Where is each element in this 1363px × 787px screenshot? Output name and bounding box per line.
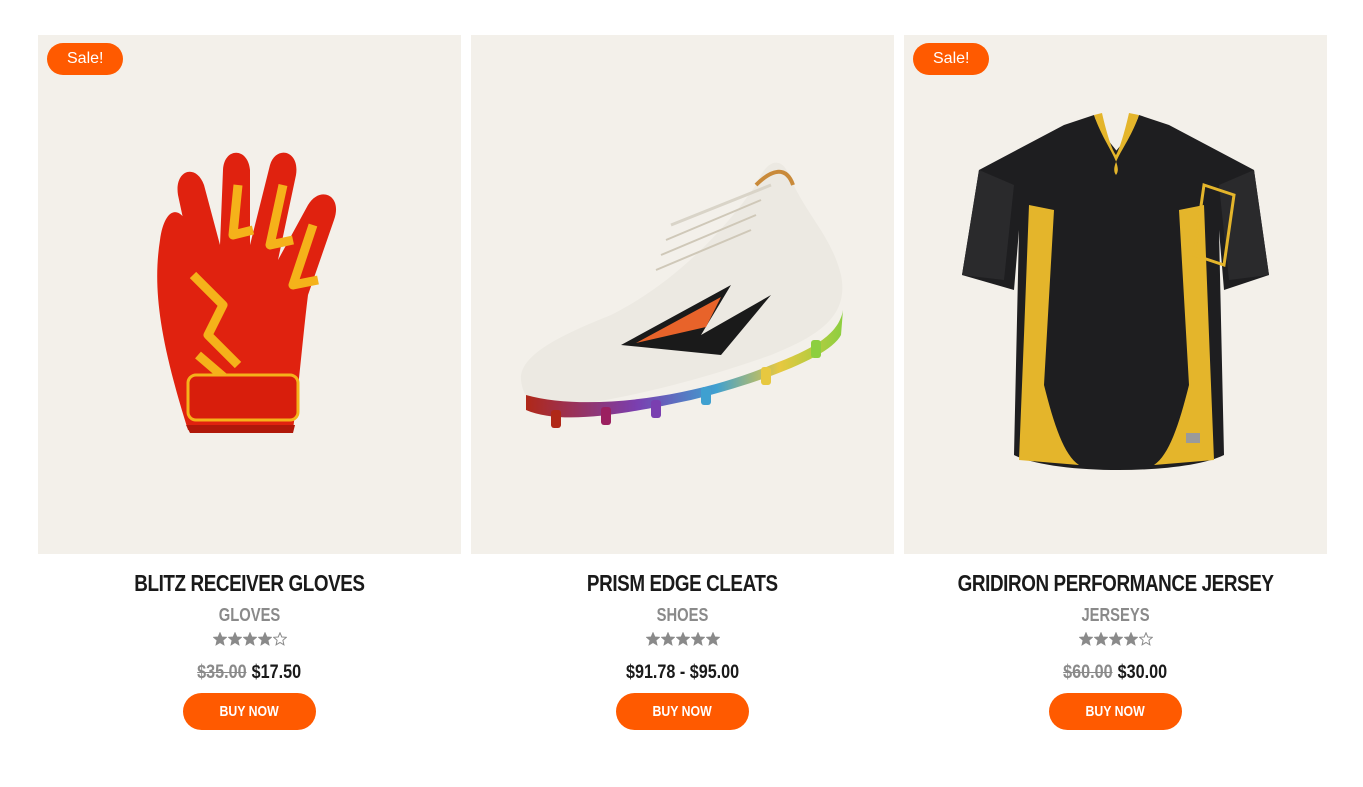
star-filled-icon	[257, 632, 272, 646]
star-filled-icon	[690, 632, 705, 646]
product-category[interactable]: Gloves	[219, 605, 281, 626]
buy-now-label: Buy Now	[1085, 703, 1146, 720]
buy-now-button[interactable]: Buy Now	[183, 693, 316, 730]
star-filled-icon	[675, 632, 690, 646]
star-rating	[212, 632, 287, 648]
buy-now-label: Buy Now	[219, 703, 280, 720]
star-empty-icon	[1138, 632, 1153, 646]
buy-now-button[interactable]: Buy Now	[616, 693, 749, 730]
star-filled-icon	[1108, 632, 1123, 646]
star-filled-icon	[660, 632, 675, 646]
star-empty-icon	[272, 632, 287, 646]
price-range: $91.78 - $95.00	[625, 662, 740, 683]
product-card: Sale! Gridiron Performance Jersey Jersey…	[904, 35, 1327, 730]
star-filled-icon	[1093, 632, 1108, 646]
sale-price: $30.00	[1118, 662, 1168, 683]
buy-now-label: Buy Now	[652, 703, 713, 720]
sale-badge: Sale!	[47, 43, 124, 75]
product-title[interactable]: Prism Edge Cleats	[587, 570, 778, 597]
product-image-container[interactable]: Sale!	[904, 35, 1327, 554]
product-price: $91.78 - $95.00	[626, 662, 739, 684]
glove-image[interactable]	[38, 35, 461, 554]
product-image-container[interactable]: Sale!	[38, 35, 461, 554]
product-price: $35.00 $17.50	[198, 662, 302, 684]
original-price: $60.00	[1063, 662, 1113, 683]
star-filled-icon	[705, 632, 720, 646]
product-title[interactable]: Blitz Receiver Gloves	[134, 570, 365, 597]
star-rating	[645, 632, 720, 648]
star-filled-icon	[1123, 632, 1138, 646]
product-card: Prism Edge Cleats Shoes $91.78 - $95.00 …	[471, 35, 894, 730]
product-image-container[interactable]	[471, 35, 894, 554]
cleat-image[interactable]	[471, 35, 894, 554]
product-category[interactable]: Jerseys	[1081, 605, 1149, 626]
star-filled-icon	[242, 632, 257, 646]
sale-badge: Sale!	[913, 43, 990, 75]
buy-now-button[interactable]: Buy Now	[1049, 693, 1182, 730]
original-price: $35.00	[197, 662, 247, 683]
product-title[interactable]: Gridiron Performance Jersey	[958, 570, 1274, 597]
jersey-image[interactable]	[904, 35, 1327, 554]
star-filled-icon	[212, 632, 227, 646]
star-filled-icon	[1078, 632, 1093, 646]
star-rating	[1078, 632, 1153, 648]
product-grid: Sale! Blitz Receiver Gloves Gloves $35.0…	[38, 35, 1327, 730]
product-card: Sale! Blitz Receiver Gloves Gloves $35.0…	[38, 35, 461, 730]
product-category[interactable]: Shoes	[657, 605, 709, 626]
star-filled-icon	[227, 632, 242, 646]
product-price: $60.00 $30.00	[1064, 662, 1168, 684]
sale-price: $17.50	[252, 662, 302, 683]
star-filled-icon	[645, 632, 660, 646]
